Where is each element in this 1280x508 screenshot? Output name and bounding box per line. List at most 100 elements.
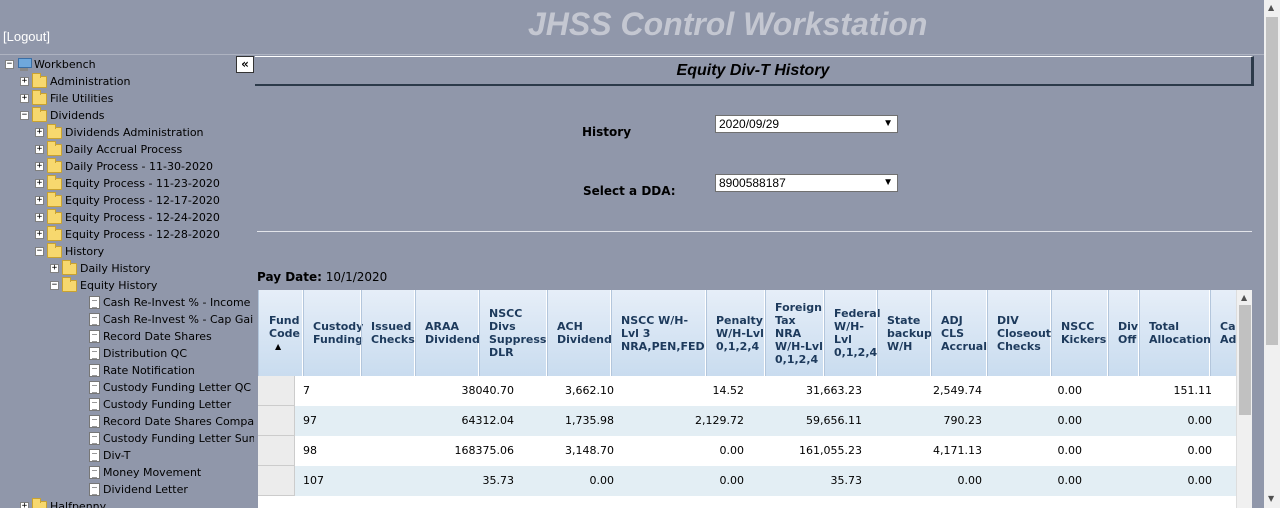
column-header-state[interactable]: State backup W/H: [877, 290, 932, 376]
table-row[interactable]: 97 64312.04 1,735.98 2,129.72 59,656.11 790.2…: [258, 406, 1236, 436]
chevron-down-icon: ▼: [883, 177, 893, 188]
chevron-down-icon: ▼: [883, 118, 893, 129]
tree-item-money-movement[interactable]: Money Movement: [89, 464, 201, 481]
tree-item-dividends-administration[interactable]: + Dividends Administration: [35, 123, 204, 141]
expand-icon[interactable]: +: [35, 230, 44, 239]
row-selector[interactable]: [258, 376, 295, 406]
column-header-closeout[interactable]: DIV Closeout Checks: [987, 290, 1051, 376]
column-header-fund[interactable]: Fund Code ▲: [258, 290, 303, 376]
tree-item-record-date-shares-comparison[interactable]: Record Date Shares Comparison: [89, 413, 254, 430]
tree-item-label: Dividend Letter: [103, 483, 188, 496]
column-header-label: Div Off: [1118, 320, 1139, 346]
table-cell: 97: [303, 414, 317, 427]
expand-icon[interactable]: +: [20, 94, 29, 103]
tree-item-custody-funding-letter-qc[interactable]: Custody Funding Letter QC: [89, 379, 251, 396]
table-cell: 161,055.23: [799, 444, 862, 457]
row-selector[interactable]: [258, 406, 295, 436]
tree-item-rate-notification[interactable]: Rate Notification: [89, 362, 195, 379]
tree-item-label: Custody Funding Letter: [103, 398, 232, 411]
history-select[interactable]: 2020/09/29 ▼: [715, 115, 898, 133]
column-header-federal[interactable]: Federal W/H-Lvl 0,1,2,4: [824, 290, 880, 376]
tree-item-cash-re-invest-income[interactable]: Cash Re-Invest % - Income: [89, 294, 250, 311]
folder-icon: [32, 89, 47, 105]
tree-item-label: Record Date Shares Comparison: [103, 415, 254, 428]
table-row[interactable]: 107 35.73 0.00 0.00 35.73 0.00 0.00 0.00: [258, 466, 1236, 496]
tree-item-equity-process-11-23-2020[interactable]: + Equity Process - 11-23-2020: [35, 174, 220, 192]
expand-icon[interactable]: +: [35, 213, 44, 222]
row-selector[interactable]: [258, 436, 295, 466]
grid-scrollbar[interactable]: ▲: [1236, 290, 1252, 508]
table-cell: 1,735.98: [565, 414, 614, 427]
tree-item-file-utilities[interactable]: + File Utilities: [20, 89, 113, 107]
tree-item-equity-history[interactable]: − Equity History: [50, 276, 157, 294]
tree-item-equity-process-12-28-2020[interactable]: + Equity Process - 12-28-2020: [35, 225, 220, 243]
page-scrollbar[interactable]: ▲ ▼: [1264, 0, 1280, 508]
column-header-divoff[interactable]: Div Off: [1108, 290, 1139, 376]
tree-item-administration[interactable]: + Administration: [20, 72, 131, 90]
column-header-araa[interactable]: ARAA Dividend: [415, 290, 480, 376]
column-header-label: Penalty W/H-Lvl 0,1,2,4: [716, 313, 764, 353]
column-header-custody[interactable]: Custody Funding: [303, 290, 363, 376]
column-header-nsccdivs[interactable]: NSCC Divs Suppress DLR: [479, 290, 547, 376]
expand-icon[interactable]: +: [35, 196, 44, 205]
column-header-penalty[interactable]: Penalty W/H-Lvl 0,1,2,4: [706, 290, 765, 376]
table-row[interactable]: 98 168375.06 3,148.70 0.00 161,055.23 4,171.1…: [258, 436, 1236, 466]
column-header-adj[interactable]: ADJ CLS Accrual: [931, 290, 987, 376]
computer-icon: [17, 58, 32, 71]
table-row[interactable]: 7 38040.70 3,662.10 14.52 31,663.23 2,549.74 0…: [258, 376, 1236, 406]
collapse-icon[interactable]: −: [20, 111, 29, 120]
tree-item-dividend-letter[interactable]: Dividend Letter: [89, 481, 188, 498]
expand-icon[interactable]: +: [20, 77, 29, 86]
collapse-icon[interactable]: −: [35, 247, 44, 256]
dda-select[interactable]: 8900588187 ▼: [715, 174, 898, 192]
table-cell: 98: [303, 444, 317, 457]
doc-icon: [89, 449, 100, 462]
page-scrollbar-thumb[interactable]: [1266, 17, 1278, 345]
row-selector[interactable]: [258, 466, 295, 496]
collapse-icon[interactable]: −: [5, 60, 14, 69]
doc-icon: [89, 364, 100, 377]
table-cell: 0.00: [1187, 444, 1213, 457]
logout-link[interactable]: [Logout]: [3, 29, 50, 44]
collapse-icon[interactable]: −: [50, 281, 59, 290]
tree-item-halfpenny[interactable]: + Halfpenny: [20, 497, 106, 508]
tree-item-equity-process-12-24-2020[interactable]: + Equity Process - 12-24-2020: [35, 208, 220, 226]
column-header-nsccwh[interactable]: NSCC W/H-Lvl 3 NRA,PEN,FED: [611, 290, 706, 376]
tree-item-record-date-shares[interactable]: Record Date Shares: [89, 328, 212, 345]
scroll-up-icon[interactable]: ▲: [1268, 3, 1274, 12]
column-header-issued[interactable]: Issued Checks: [361, 290, 415, 376]
column-header-ach[interactable]: ACH Dividend: [547, 290, 612, 376]
expand-icon[interactable]: +: [35, 128, 44, 137]
table-cell: 0.00: [1057, 384, 1083, 397]
grid-scrollbar-thumb[interactable]: [1239, 305, 1251, 415]
expand-icon[interactable]: +: [35, 162, 44, 171]
column-header-foreign[interactable]: Foreign Tax NRA W/H-Lvl 0,1,2,4: [765, 290, 824, 376]
tree-item-div-t[interactable]: Div-T: [89, 447, 130, 464]
tree-item-daily-accrual-process[interactable]: + Daily Accrual Process: [35, 140, 182, 158]
tree-item-daily-process-11-30-2020[interactable]: + Daily Process - 11-30-2020: [35, 157, 213, 175]
column-header-total[interactable]: Total Allocation: [1139, 290, 1211, 376]
collapse-sidebar-button[interactable]: «: [236, 56, 254, 73]
column-header-kickers[interactable]: NSCC Kickers: [1051, 290, 1108, 376]
tree-item-custody-funding-letter[interactable]: Custody Funding Letter: [89, 396, 231, 413]
expand-icon[interactable]: +: [35, 145, 44, 154]
tree-item-dividends[interactable]: − Dividends: [20, 106, 105, 124]
expand-icon[interactable]: +: [35, 179, 44, 188]
doc-icon: [89, 296, 100, 309]
pay-date: Pay Date: 10/1/2020: [257, 270, 387, 284]
folder-icon: [32, 497, 47, 508]
expand-icon[interactable]: +: [50, 264, 59, 273]
tree-item-distribution-qc[interactable]: Distribution QC: [89, 345, 187, 362]
expand-icon[interactable]: +: [20, 502, 29, 508]
tree-item-equity-process-12-17-2020[interactable]: + Equity Process - 12-17-2020: [35, 191, 220, 209]
scroll-down-icon[interactable]: ▼: [1268, 494, 1274, 503]
scroll-up-icon[interactable]: ▲: [1241, 293, 1247, 302]
column-header-cash[interactable]: Ca Ad: [1210, 290, 1236, 376]
tree-item-history[interactable]: − History: [35, 242, 104, 260]
table-cell: 35.73: [482, 474, 515, 487]
column-header-label: ADJ CLS Accrual: [941, 313, 988, 353]
tree-item-workbench[interactable]: − Workbench: [5, 56, 96, 73]
tree-item-custody-funding-letter-summary[interactable]: Custody Funding Letter Summary: [89, 430, 254, 447]
tree-item-cash-re-invest-cap-gain[interactable]: Cash Re-Invest % - Cap Gain: [89, 311, 254, 328]
tree-item-daily-history[interactable]: + Daily History: [50, 259, 150, 277]
